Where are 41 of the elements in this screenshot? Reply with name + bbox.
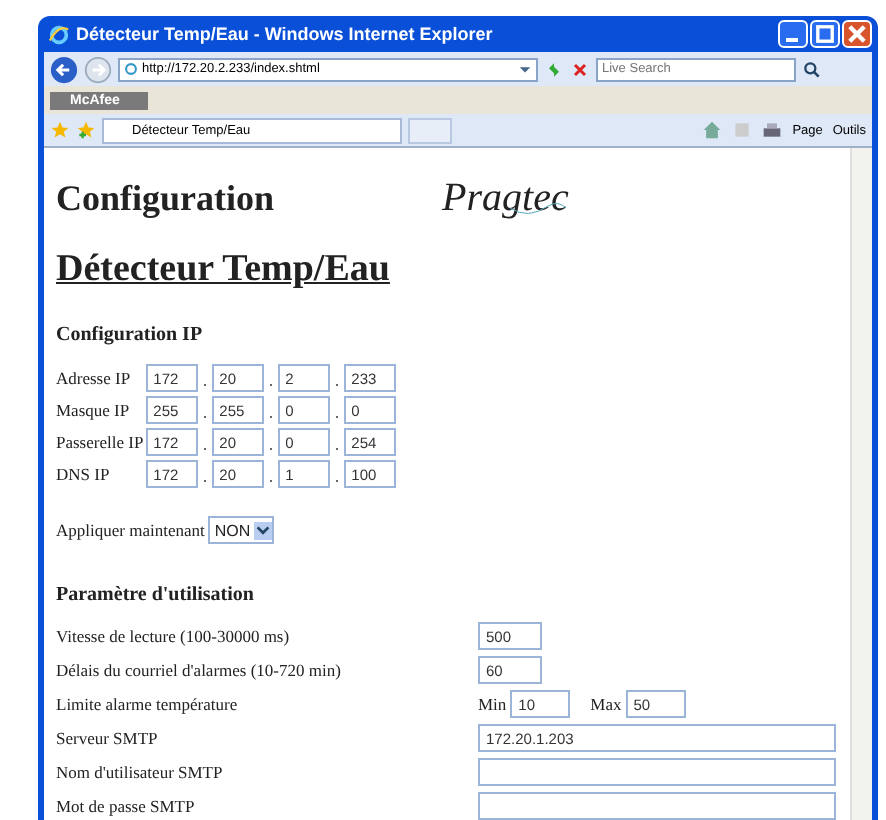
- field-label: Max: [590, 694, 622, 714]
- company-logo: Pragtec: [442, 175, 569, 221]
- field-label: Min: [478, 694, 507, 714]
- field-label: Serveur SMTP: [56, 728, 160, 748]
- refresh-icon[interactable]: [544, 59, 564, 79]
- window-title: Détecteur Temp/Eau - Windows Internet Explorer: [76, 24, 493, 44]
- add-favorite-icon[interactable]: [76, 120, 96, 140]
- close-button[interactable]: [842, 20, 872, 48]
- section-heading: Paramètre d'utilisation: [56, 584, 256, 606]
- field-label: Vitesse de lecture (100-30000 ms): [56, 626, 292, 646]
- field-label: Passerelle IP: [56, 432, 144, 452]
- minimize-icon: [786, 37, 798, 42]
- section-heading: Configuration IP: [56, 324, 205, 346]
- minimize-button[interactable]: [778, 20, 808, 48]
- field-label: Adresse IP: [56, 368, 133, 388]
- maximize-button[interactable]: [810, 20, 840, 48]
- printer-icon[interactable]: [762, 120, 783, 140]
- field-label: Appliquer maintenant: [56, 520, 205, 540]
- maximize-icon: [812, 22, 838, 46]
- field-label: Délais du courriel d'alarmes (10-720 min): [56, 660, 343, 680]
- field-label: DNS IP: [56, 464, 112, 484]
- field-label: Mot de passe SMTP: [56, 796, 197, 816]
- dropdown-arrow-icon[interactable]: [518, 62, 532, 76]
- dropdown-arrow-icon: [254, 521, 273, 539]
- scrollbar[interactable]: [850, 148, 872, 820]
- close-icon: [844, 22, 870, 46]
- new-tab-button[interactable]: [408, 117, 452, 143]
- home-icon[interactable]: [702, 120, 723, 140]
- page-title: Détecteur Temp/Eau: [56, 248, 392, 292]
- page-heading: Configuration: [56, 177, 275, 219]
- browser-logo-icon: [48, 23, 70, 45]
- apply-dropdown[interactable]: NON: [208, 516, 275, 544]
- field-label: Masque IP: [56, 400, 132, 420]
- back-button[interactable]: [50, 55, 78, 83]
- star-icon[interactable]: [50, 120, 70, 140]
- search-icon[interactable]: [802, 59, 822, 79]
- text-field[interactable]: [478, 758, 836, 786]
- field-label: Limite alarme température: [56, 694, 240, 714]
- stop-icon[interactable]: [570, 59, 590, 79]
- text-field[interactable]: [478, 792, 836, 820]
- field-label: Nom d'utilisateur SMTP: [56, 762, 225, 782]
